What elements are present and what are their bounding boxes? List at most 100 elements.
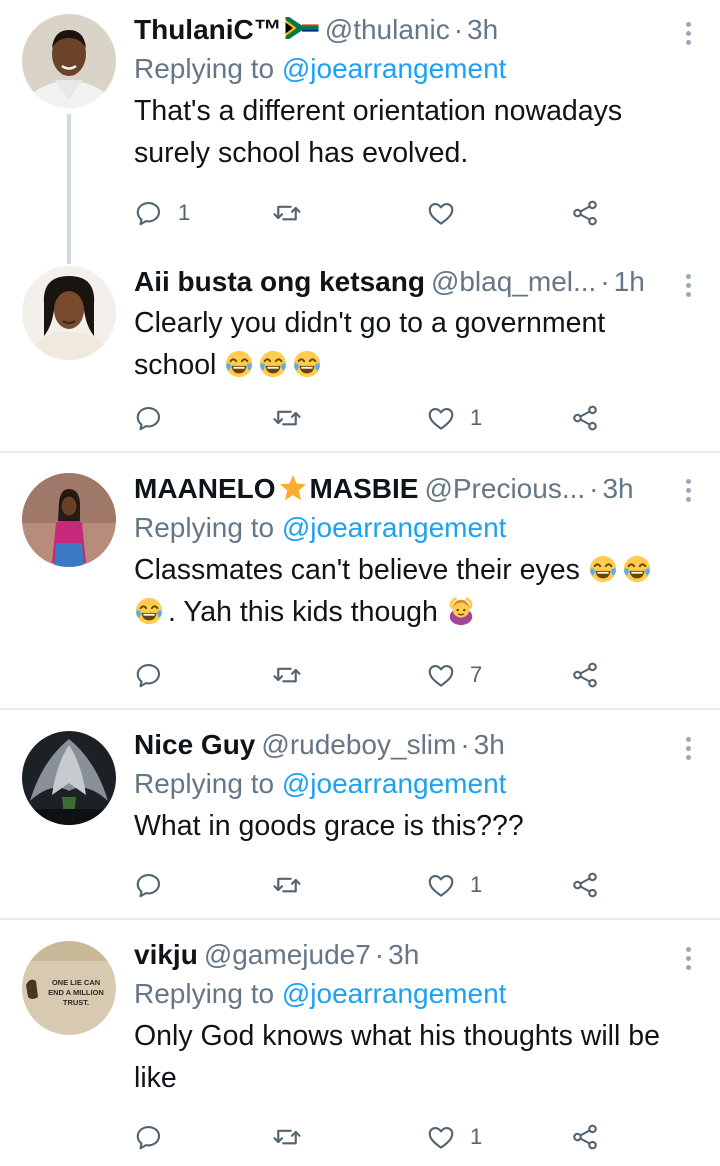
mention-link[interactable]: @joearrangement <box>282 512 507 543</box>
action-bar: 1 <box>134 193 604 233</box>
more-icon[interactable] <box>686 22 692 49</box>
face-with-tears-of-joy-icon <box>258 349 288 379</box>
more-icon[interactable] <box>686 479 692 506</box>
retweet-button[interactable] <box>272 1117 302 1157</box>
reply-icon <box>134 198 164 228</box>
south-africa-flag-icon <box>285 17 319 39</box>
like-count: 1 <box>470 1124 483 1149</box>
share-button[interactable] <box>570 193 600 233</box>
like-button[interactable]: 1 <box>426 1117 482 1157</box>
tweet-text: That's a different orientation nowadays … <box>134 90 680 174</box>
avatar[interactable] <box>22 266 116 360</box>
face-with-tears-of-joy-icon <box>224 349 254 379</box>
user-handle[interactable]: @thulanic <box>325 12 450 48</box>
reply-icon <box>134 660 164 690</box>
separator-dot: · <box>453 14 464 45</box>
replying-to: Replying to @joearrangement <box>134 50 680 88</box>
user-handle[interactable]: @blaq_mel... <box>431 264 596 300</box>
retweet-icon <box>272 870 302 900</box>
retweet-button[interactable] <box>272 398 302 438</box>
avatar-text: ONE LIE CAN <box>52 978 100 987</box>
display-name[interactable]: Aii busta ong ketsang <box>134 264 425 300</box>
tweet-gamejude7[interactable]: ONE LIE CAN END A MILLION TRUST. vikju @… <box>0 921 720 1166</box>
tweet-text-line: . Yah this kids though <box>134 591 680 633</box>
face-with-tears-of-joy-icon <box>622 554 652 584</box>
like-count: 1 <box>470 405 483 430</box>
action-bar: 1 <box>134 865 604 905</box>
like-icon <box>426 403 456 433</box>
timestamp[interactable]: 3h <box>388 937 419 973</box>
replying-to: Replying to @joearrangement <box>134 975 680 1013</box>
tweet-text: Classmates can't believe their eyes . Ya… <box>134 549 680 633</box>
retweet-icon <box>272 660 302 690</box>
share-button[interactable] <box>570 655 600 695</box>
like-button[interactable]: 7 <box>426 655 482 695</box>
like-icon <box>426 1122 456 1152</box>
tweet-text-fragment: school <box>134 349 217 381</box>
replying-to-label: Replying to <box>134 53 275 84</box>
reply-button[interactable] <box>134 655 164 695</box>
reply-button[interactable] <box>134 1117 164 1157</box>
person-gesturing-ok-icon <box>446 596 476 626</box>
divider <box>0 708 720 710</box>
action-bar: 7 <box>134 655 604 695</box>
display-name-part: MASBIE <box>309 473 419 504</box>
more-icon[interactable] <box>686 737 692 764</box>
tweet-text-line: Only God knows what his thoughts will be <box>134 1020 660 1052</box>
more-icon[interactable] <box>686 947 692 974</box>
mention-link[interactable]: @joearrangement <box>282 768 507 799</box>
like-button[interactable] <box>426 193 456 233</box>
avatar[interactable] <box>22 14 116 108</box>
avatar[interactable] <box>22 473 116 567</box>
display-name-part: MAANELO <box>134 473 276 504</box>
like-button[interactable]: 1 <box>426 865 482 905</box>
tweet-blaq-mel[interactable]: Aii busta ong ketsang @blaq_mel... · 1h … <box>0 252 720 453</box>
separator-dot: · <box>460 729 470 760</box>
avatar-text: END A MILLION <box>48 988 104 997</box>
share-button[interactable] <box>570 865 600 905</box>
display-name[interactable]: vikju <box>134 937 198 973</box>
like-icon <box>426 870 456 900</box>
mention-link[interactable]: @joearrangement <box>282 53 507 84</box>
display-name[interactable]: ThulaniC™ <box>134 12 282 48</box>
avatar[interactable] <box>22 731 116 825</box>
action-bar: 1 <box>134 398 604 438</box>
star-icon <box>279 474 306 501</box>
user-handle[interactable]: @Precious... <box>424 471 585 507</box>
mention-link[interactable]: @joearrangement <box>282 978 507 1009</box>
separator-dot: · <box>374 939 385 970</box>
avatar[interactable]: ONE LIE CAN END A MILLION TRUST. <box>22 941 116 1035</box>
face-with-tears-of-joy-icon <box>588 554 618 584</box>
tweet-text-fragment: Classmates can't believe their eyes <box>134 554 580 586</box>
tweet-precious[interactable]: MAANELO MASBIE @Precious... · 3h Replying… <box>0 453 720 710</box>
share-button[interactable] <box>570 398 600 438</box>
display-name[interactable]: Nice Guy <box>134 727 255 763</box>
tweet-thulanic[interactable]: ThulaniC™ @thulanic · 3h Replying to @jo… <box>0 0 720 264</box>
like-icon <box>426 198 456 228</box>
tweet-text-line: That's a different orientation nowadays <box>134 95 623 127</box>
tweet-text-line: Clearly you didn't go to a government <box>134 307 606 339</box>
tweet-rudeboy-slim[interactable]: Nice Guy @rudeboy_slim · 3h Replying to … <box>0 711 720 920</box>
more-icon[interactable] <box>686 274 692 301</box>
separator-dot: · <box>589 473 599 504</box>
timestamp[interactable]: 3h <box>602 471 633 507</box>
avatar-text: TRUST. <box>63 998 89 1007</box>
like-icon <box>426 660 456 690</box>
tweet-text-line: What in goods grace is this??? <box>134 810 524 842</box>
timestamp[interactable]: 1h <box>614 264 645 300</box>
user-handle[interactable]: @gamejude7 <box>204 937 371 973</box>
retweet-button[interactable] <box>272 865 302 905</box>
reply-button[interactable]: 1 <box>134 193 190 233</box>
tweet-text-line: Classmates can't believe their eyes <box>134 549 680 591</box>
retweet-button[interactable] <box>272 655 302 695</box>
timestamp[interactable]: 3h <box>467 12 498 48</box>
reply-button[interactable] <box>134 865 164 905</box>
share-button[interactable] <box>570 1117 600 1157</box>
reply-button[interactable] <box>134 398 164 438</box>
share-icon <box>570 1122 600 1152</box>
display-name[interactable]: MAANELO MASBIE <box>134 471 418 507</box>
timestamp[interactable]: 3h <box>474 727 505 763</box>
user-handle[interactable]: @rudeboy_slim <box>261 727 456 763</box>
like-button[interactable]: 1 <box>426 398 482 438</box>
retweet-button[interactable] <box>272 193 302 233</box>
